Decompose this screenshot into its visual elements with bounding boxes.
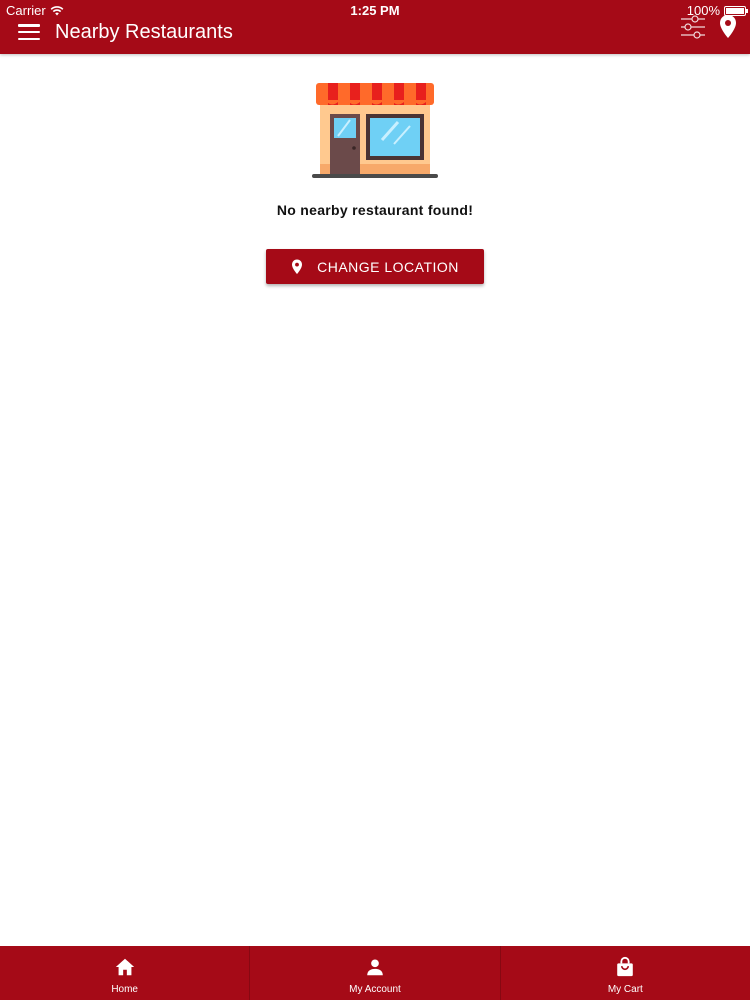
hamburger-menu-icon [18,24,40,27]
header-location-button[interactable] [718,14,738,40]
shopping-bag-icon [617,956,634,977]
screen: Carrier 1:25 PM 100% Nearby Restaurants [0,0,750,1000]
menu-button[interactable] [18,22,40,42]
sliders-icon [681,15,705,39]
status-time: 1:25 PM [350,3,400,18]
status-bar: Carrier 1:25 PM 100% [0,0,750,20]
empty-state-message: No nearby restaurant found! [276,202,474,218]
home-icon [115,958,134,976]
map-pin-icon [720,15,736,38]
nav-item-my-account[interactable]: My Account [250,946,501,1000]
app-header: Carrier 1:25 PM 100% Nearby Restaurants [0,0,750,54]
change-location-label: CHANGE LOCATION [317,258,459,275]
nav-item-my-cart[interactable]: My Cart [501,946,750,1000]
bottom-nav: Home My Account My Cart [0,946,750,1000]
nav-item-home[interactable]: Home [0,946,251,1000]
nav-label-home: Home [111,984,138,995]
nav-label-my-cart: My Cart [607,984,643,995]
page-title: Nearby Restaurants [55,21,233,43]
change-location-button[interactable]: CHANGE LOCATION [266,249,484,284]
map-pin-icon [292,259,303,274]
filter-button[interactable] [680,13,706,41]
storefront-icon [312,83,438,178]
person-icon [367,959,383,976]
nav-label-my-account: My Account [349,984,401,995]
